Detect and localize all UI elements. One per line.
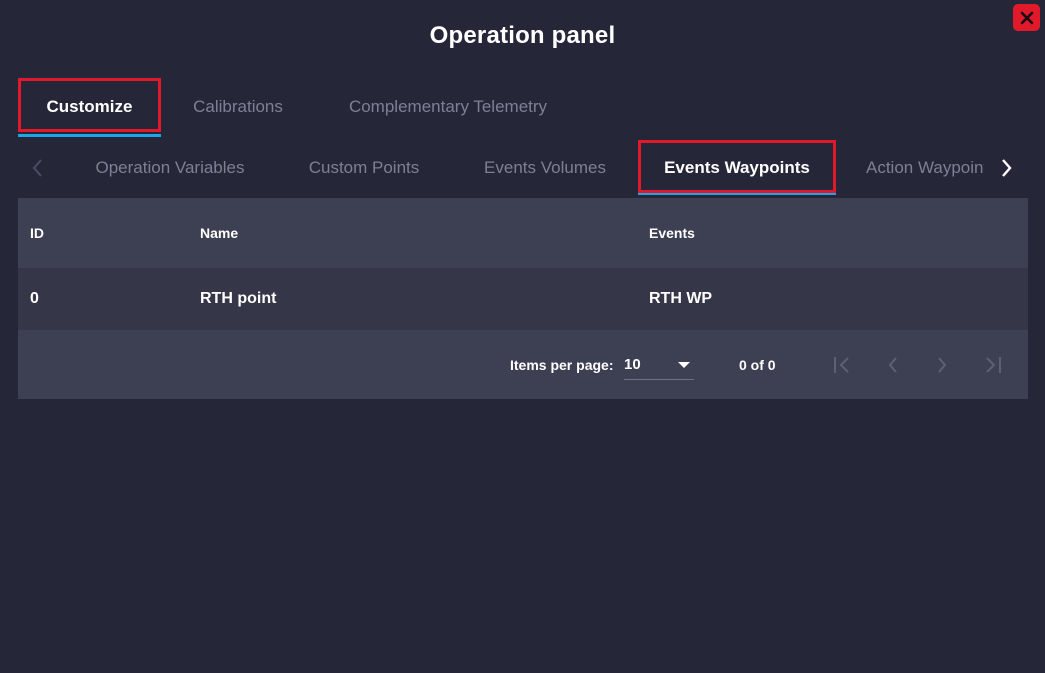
tab-customize[interactable]: Customize <box>18 80 161 137</box>
column-header-id[interactable]: ID <box>30 198 44 268</box>
subtab-operation-variables[interactable]: Operation Variables <box>70 140 270 196</box>
previous-page-button[interactable] <box>878 350 908 380</box>
first-page-icon <box>834 357 849 373</box>
table-row[interactable]: 0 RTH point RTH WP <box>18 268 1028 330</box>
last-page-button[interactable] <box>977 350 1007 380</box>
tab-calibrations[interactable]: Calibrations <box>171 80 305 134</box>
active-tab-indicator <box>18 134 161 137</box>
tab-label: Customize <box>46 97 133 116</box>
column-header-events[interactable]: Events <box>649 198 695 268</box>
items-per-page-value: 10 <box>624 356 641 373</box>
subtab-label: Operation Variables <box>95 158 245 177</box>
tab-label: Calibrations <box>193 97 283 116</box>
subtab-events-waypoints[interactable]: Events Waypoints <box>638 140 836 196</box>
close-button[interactable] <box>1013 4 1040 31</box>
scroll-left-button[interactable] <box>18 140 58 196</box>
items-per-page-label: Items per page: <box>510 356 614 373</box>
cell-events: RTH WP <box>649 290 713 307</box>
events-waypoints-table: ID Name Events 0 RTH point RTH WP Items … <box>18 198 1028 399</box>
chevron-left-icon <box>888 357 897 373</box>
chevron-left-icon <box>32 159 42 177</box>
chevron-right-icon <box>938 357 947 373</box>
subtab-label: Events Volumes <box>484 158 606 177</box>
subtab-label: Custom Points <box>308 158 420 177</box>
scroll-right-button[interactable] <box>984 140 1028 196</box>
subtab-custom-points[interactable]: Custom Points <box>288 140 440 196</box>
last-page-icon <box>986 357 1001 373</box>
tab-label: Complementary Telemetry <box>348 97 548 116</box>
sub-tab-bar: Operation Variables Custom Points Events… <box>18 140 1028 198</box>
subtab-label: Events Waypoints <box>664 158 810 177</box>
subtab-events-volumes[interactable]: Events Volumes <box>464 140 626 196</box>
dropdown-arrow-icon <box>678 362 690 368</box>
active-subtab-indicator <box>638 192 836 195</box>
operation-panel: Operation panel Customize Calibrations C… <box>0 0 1045 673</box>
items-per-page-select[interactable]: 10 <box>624 350 694 380</box>
close-icon <box>1020 11 1033 24</box>
tab-complementary-telemetry[interactable]: Complementary Telemetry <box>323 80 573 134</box>
column-header-name[interactable]: Name <box>200 198 238 268</box>
cell-id: 0 <box>30 290 39 307</box>
subtab-label: Action Waypoints <box>866 158 997 177</box>
panel-title: Operation panel <box>429 22 616 49</box>
cell-name: RTH point <box>200 290 277 307</box>
chevron-right-icon <box>1002 159 1012 177</box>
range-label: 0 of 0 <box>739 356 776 373</box>
next-page-button[interactable] <box>927 350 957 380</box>
first-page-button[interactable] <box>828 350 858 380</box>
paginator: Items per page: 10 0 of 0 <box>18 330 1028 399</box>
table-header: ID Name Events <box>18 198 1028 268</box>
